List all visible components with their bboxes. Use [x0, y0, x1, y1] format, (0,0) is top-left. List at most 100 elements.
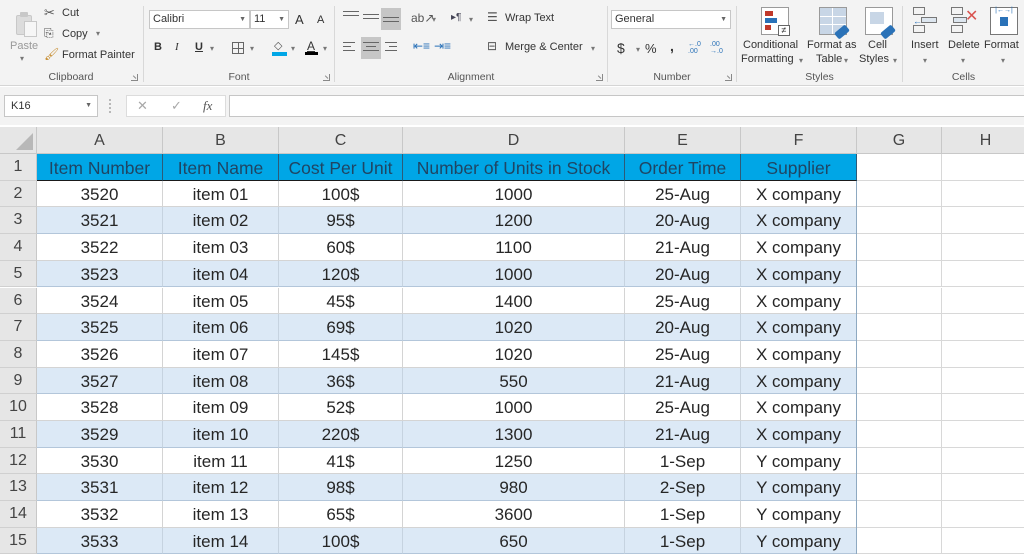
- text-direction-dropdown-icon[interactable]: ▾: [469, 15, 473, 24]
- table-cell[interactable]: 3525: [37, 314, 163, 341]
- align-top-button[interactable]: [343, 11, 359, 25]
- table-cell[interactable]: 1000: [403, 394, 625, 421]
- table-cell[interactable]: 1020: [403, 340, 625, 368]
- empty-cell[interactable]: [857, 314, 942, 341]
- table-cell[interactable]: 20-Aug: [625, 314, 741, 341]
- formula-input[interactable]: [229, 95, 1024, 117]
- header-cell[interactable]: Supplier: [741, 154, 857, 181]
- table-cell[interactable]: 3520: [37, 180, 163, 208]
- empty-cell[interactable]: [857, 234, 942, 261]
- insert-function-icon[interactable]: fx: [203, 98, 212, 114]
- empty-cell[interactable]: [857, 180, 942, 208]
- orientation-button[interactable]: ab↗: [411, 11, 434, 25]
- table-cell[interactable]: 1000: [403, 180, 625, 208]
- table-cell[interactable]: item 12: [163, 474, 279, 502]
- fill-color-dropdown-icon[interactable]: ▾: [291, 44, 295, 53]
- empty-cell[interactable]: [857, 447, 942, 475]
- paste-button[interactable]: Paste ▾: [6, 4, 40, 66]
- table-cell[interactable]: 220$: [279, 421, 403, 448]
- table-cell[interactable]: 1250: [403, 447, 625, 475]
- empty-cell[interactable]: [942, 207, 1024, 235]
- row-header-8[interactable]: 8: [0, 340, 37, 368]
- table-cell[interactable]: 1200: [403, 207, 625, 235]
- table-cell[interactable]: 21-Aug: [625, 234, 741, 261]
- percent-style-button[interactable]: %: [645, 41, 657, 56]
- header-cell[interactable]: Cost Per Unit: [279, 154, 403, 181]
- table-cell[interactable]: 25-Aug: [625, 394, 741, 421]
- decrease-font-size-button[interactable]: A: [317, 14, 324, 26]
- row-header-12[interactable]: 12: [0, 447, 37, 475]
- table-cell[interactable]: 1000: [403, 260, 625, 288]
- underline-dropdown-icon[interactable]: ▾: [210, 44, 214, 53]
- table-cell[interactable]: 1020: [403, 314, 625, 341]
- table-cell[interactable]: 145$: [279, 340, 403, 368]
- table-cell[interactable]: 25-Aug: [625, 287, 741, 315]
- table-cell[interactable]: 100$: [279, 180, 403, 208]
- orientation-dropdown-icon[interactable]: ▾: [432, 15, 436, 24]
- empty-cell[interactable]: [942, 527, 1024, 555]
- empty-cell[interactable]: [942, 474, 1024, 502]
- table-cell[interactable]: X company: [741, 260, 857, 288]
- row-header-13[interactable]: 13: [0, 474, 37, 502]
- number-format-select[interactable]: General ▼: [611, 10, 731, 29]
- column-header-c[interactable]: C: [279, 127, 403, 154]
- cell-styles-button[interactable]: Cell Styles ▾: [859, 4, 899, 68]
- empty-cell[interactable]: [857, 367, 942, 395]
- table-cell[interactable]: item 03: [163, 234, 279, 261]
- table-cell[interactable]: 25-Aug: [625, 340, 741, 368]
- fill-color-button[interactable]: ◇: [272, 40, 288, 56]
- column-header-f[interactable]: F: [741, 127, 857, 154]
- table-cell[interactable]: 980: [403, 474, 625, 502]
- table-cell[interactable]: 120$: [279, 260, 403, 288]
- table-cell[interactable]: 550: [403, 367, 625, 395]
- borders-dropdown-icon[interactable]: ▾: [250, 44, 254, 53]
- column-header-d[interactable]: D: [403, 127, 625, 154]
- comma-style-button[interactable]: ,: [670, 38, 674, 54]
- table-cell[interactable]: X company: [741, 394, 857, 421]
- table-cell[interactable]: 3526: [37, 340, 163, 368]
- table-cell[interactable]: Y company: [741, 447, 857, 475]
- table-cell[interactable]: item 11: [163, 447, 279, 475]
- empty-cell[interactable]: [942, 421, 1024, 448]
- align-center-button[interactable]: [361, 37, 381, 59]
- table-cell[interactable]: 36$: [279, 367, 403, 395]
- table-cell[interactable]: X company: [741, 234, 857, 261]
- format-as-table-button[interactable]: Format as Table ▾: [807, 4, 859, 68]
- header-cell[interactable]: Order Time: [625, 154, 741, 181]
- table-cell[interactable]: 3522: [37, 234, 163, 261]
- table-cell[interactable]: item 09: [163, 394, 279, 421]
- empty-cell[interactable]: [942, 314, 1024, 341]
- text-direction-button[interactable]: ▸¶: [451, 12, 461, 23]
- table-cell[interactable]: item 01: [163, 180, 279, 208]
- table-cell[interactable]: 3524: [37, 287, 163, 315]
- decrease-decimal-button[interactable]: .00 →.0: [710, 41, 728, 55]
- empty-cell[interactable]: [857, 394, 942, 421]
- table-cell[interactable]: X company: [741, 340, 857, 368]
- name-box[interactable]: K16 ▼: [4, 95, 98, 117]
- increase-font-size-button[interactable]: A: [295, 12, 304, 27]
- row-header-10[interactable]: 10: [0, 394, 37, 421]
- clipboard-launcher-icon[interactable]: [131, 74, 138, 81]
- align-left-button[interactable]: [343, 42, 359, 56]
- table-cell[interactable]: 1300: [403, 421, 625, 448]
- align-right-button[interactable]: [385, 42, 401, 56]
- font-launcher-icon[interactable]: [323, 74, 330, 81]
- table-cell[interactable]: 95$: [279, 207, 403, 235]
- conditional-formatting-button[interactable]: ≠ Conditional Formatting ▾: [741, 4, 807, 68]
- table-cell[interactable]: item 05: [163, 287, 279, 315]
- table-cell[interactable]: item 07: [163, 340, 279, 368]
- row-header-7[interactable]: 7: [0, 314, 37, 341]
- table-cell[interactable]: X company: [741, 314, 857, 341]
- table-cell[interactable]: 52$: [279, 394, 403, 421]
- table-cell[interactable]: 3528: [37, 394, 163, 421]
- table-cell[interactable]: X company: [741, 180, 857, 208]
- row-header-14[interactable]: 14: [0, 501, 37, 528]
- table-cell[interactable]: 3530: [37, 447, 163, 475]
- row-header-4[interactable]: 4: [0, 234, 37, 261]
- currency-format-button[interactable]: $: [617, 40, 625, 56]
- font-color-dropdown-icon[interactable]: ▾: [323, 44, 327, 53]
- table-cell[interactable]: 650: [403, 527, 625, 555]
- table-cell[interactable]: 3533: [37, 527, 163, 555]
- table-cell[interactable]: 100$: [279, 527, 403, 555]
- row-header-1[interactable]: 1: [0, 154, 37, 181]
